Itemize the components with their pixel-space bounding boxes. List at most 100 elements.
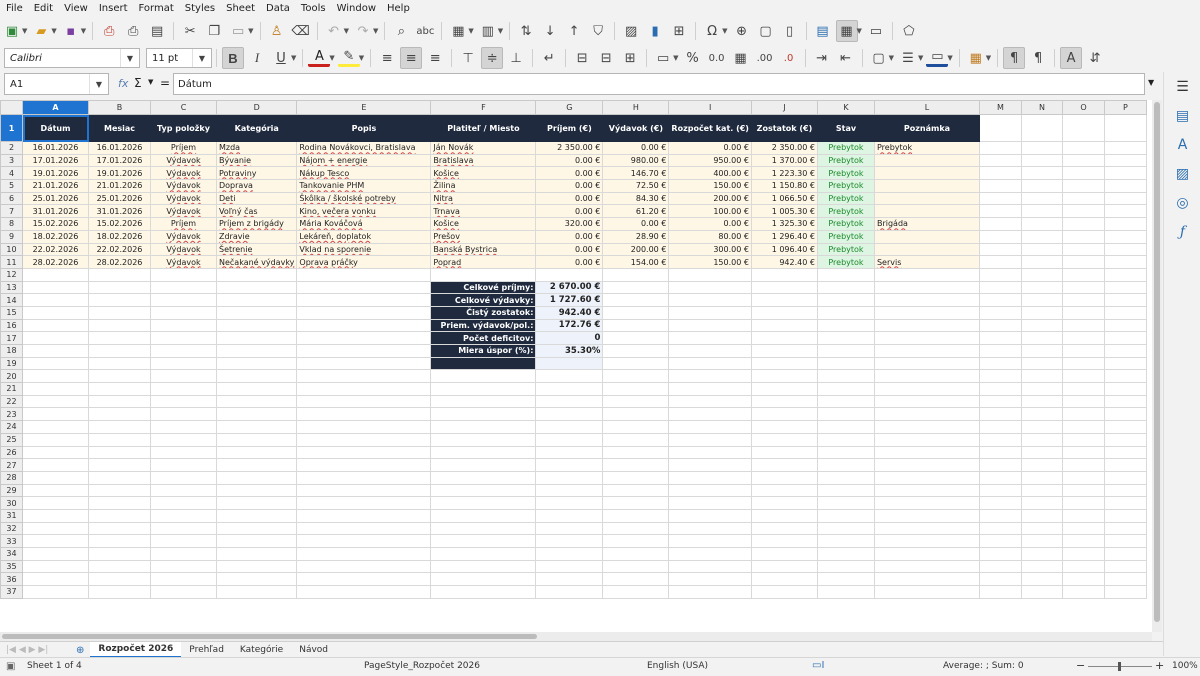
empty-cell[interactable]	[816, 470, 875, 485]
data-cell[interactable]: Prebytok	[816, 166, 875, 181]
empty-cell[interactable]	[296, 496, 432, 510]
print-icon[interactable]: ⎙	[122, 20, 144, 42]
data-cell[interactable]: 84.30 €	[602, 191, 670, 206]
empty-cell[interactable]	[816, 458, 875, 472]
data-cell[interactable]: 16.01.2026	[22, 141, 89, 155]
empty-cell[interactable]	[22, 559, 89, 574]
column-header-p[interactable]: P	[1103, 100, 1147, 115]
empty-cell[interactable]	[22, 458, 89, 472]
empty-cell[interactable]	[150, 508, 217, 523]
align-top-icon[interactable]: ⊤	[457, 47, 479, 69]
data-cell[interactable]: Prebytok	[816, 141, 875, 155]
empty-cell[interactable]	[873, 547, 980, 561]
header-cell[interactable]: Mesiac	[88, 114, 151, 142]
empty-cell[interactable]	[1103, 508, 1147, 523]
empty-cell[interactable]	[88, 356, 151, 371]
copy-icon[interactable]: ❐	[203, 20, 225, 42]
empty-cell[interactable]	[215, 458, 298, 472]
empty-cell[interactable]	[150, 305, 217, 320]
empty-cell[interactable]	[816, 534, 875, 548]
empty-cell[interactable]	[750, 458, 818, 472]
empty-cell[interactable]	[750, 331, 818, 345]
empty-cell[interactable]	[1103, 331, 1147, 345]
empty-cell[interactable]	[1061, 585, 1105, 599]
empty-cell[interactable]	[215, 394, 298, 409]
column-header-e[interactable]: E	[296, 100, 432, 115]
empty-cell[interactable]	[22, 267, 89, 282]
font-color-icon[interactable]: A	[308, 49, 331, 67]
empty-cell[interactable]	[535, 508, 604, 523]
empty-cell[interactable]	[978, 280, 1022, 295]
empty-cell[interactable]	[816, 547, 875, 561]
empty-cell[interactable]	[88, 572, 151, 587]
empty-cell[interactable]	[978, 572, 1022, 587]
empty-cell[interactable]	[1061, 496, 1105, 510]
empty-cell[interactable]	[215, 483, 298, 498]
header-cell[interactable]: Poznámka	[873, 114, 980, 142]
empty-cell[interactable]	[1061, 255, 1105, 269]
data-cell[interactable]: Brigáda	[873, 217, 980, 231]
paste-dropdown-icon[interactable]: ▼	[248, 27, 253, 35]
empty-cell[interactable]	[215, 318, 298, 333]
empty-cell[interactable]	[1020, 191, 1063, 206]
data-cell[interactable]: Škôlka / školské potreby	[296, 191, 432, 206]
empty-cell[interactable]	[150, 394, 217, 409]
empty-cell[interactable]	[88, 305, 151, 320]
borders-dropdown-icon[interactable]: ▼	[889, 54, 894, 62]
data-cell[interactable]: 0.00 €	[535, 255, 604, 269]
column-header-a[interactable]: A	[22, 100, 89, 115]
empty-cell[interactable]	[215, 344, 298, 358]
empty-cell[interactable]	[296, 318, 432, 333]
data-cell[interactable]	[873, 229, 980, 244]
empty-cell[interactable]	[1061, 432, 1105, 447]
redo-dropdown-icon[interactable]: ▼	[373, 27, 378, 35]
menu-edit[interactable]: Edit	[28, 3, 58, 14]
empty-cell[interactable]	[602, 369, 670, 384]
empty-cell[interactable]	[602, 344, 670, 358]
percent-format-button[interactable]: %	[682, 47, 704, 69]
empty-cell[interactable]	[430, 369, 537, 384]
empty-cell[interactable]	[750, 420, 818, 434]
empty-cell[interactable]	[535, 394, 604, 409]
align-bottom-icon[interactable]: ⊥	[505, 47, 527, 69]
clone-formatting-icon[interactable]: ♙	[266, 20, 288, 42]
empty-cell[interactable]	[215, 547, 298, 561]
empty-cell[interactable]	[602, 521, 670, 536]
empty-cell[interactable]	[430, 496, 537, 510]
empty-cell[interactable]	[1020, 394, 1063, 409]
empty-cell[interactable]	[978, 534, 1022, 548]
empty-cell[interactable]	[296, 369, 432, 384]
empty-cell[interactable]	[1061, 331, 1105, 345]
empty-cell[interactable]	[22, 382, 89, 396]
border-style-icon[interactable]: ☰	[897, 47, 919, 69]
summary-value[interactable]: 35.30%	[535, 344, 604, 358]
empty-cell[interactable]	[816, 267, 875, 282]
data-cell[interactable]: 200.00 €	[668, 191, 752, 206]
empty-cell[interactable]	[22, 547, 89, 561]
empty-cell[interactable]	[750, 344, 818, 358]
empty-cell[interactable]	[602, 280, 670, 295]
data-cell[interactable]: Servis	[873, 255, 980, 269]
empty-cell[interactable]	[978, 255, 1022, 269]
data-cell[interactable]: Prebytok	[816, 217, 875, 231]
empty-cell[interactable]	[1020, 547, 1063, 561]
column-header-c[interactable]: C	[150, 100, 217, 115]
column-header-d[interactable]: D	[215, 100, 298, 115]
empty-cell[interactable]	[535, 585, 604, 599]
right-to-left-icon[interactable]: ¶	[1027, 47, 1049, 69]
empty-cell[interactable]	[873, 483, 980, 498]
empty-cell[interactable]	[1061, 280, 1105, 295]
navigator-icon[interactable]: ◎	[1164, 188, 1200, 217]
row-header[interactable]: 26	[0, 445, 23, 460]
empty-cell[interactable]	[978, 153, 1022, 168]
data-cell[interactable]: 200.00 €	[602, 242, 670, 257]
empty-cell[interactable]	[1020, 217, 1063, 231]
data-cell[interactable]: Bývanie	[215, 153, 298, 168]
row-header[interactable]: 21	[0, 382, 23, 396]
column-header-n[interactable]: N	[1020, 100, 1063, 115]
empty-cell[interactable]	[978, 470, 1022, 485]
empty-cell[interactable]	[816, 521, 875, 536]
row-header[interactable]: 27	[0, 458, 23, 472]
empty-cell[interactable]	[535, 432, 604, 447]
empty-cell[interactable]	[535, 382, 604, 396]
